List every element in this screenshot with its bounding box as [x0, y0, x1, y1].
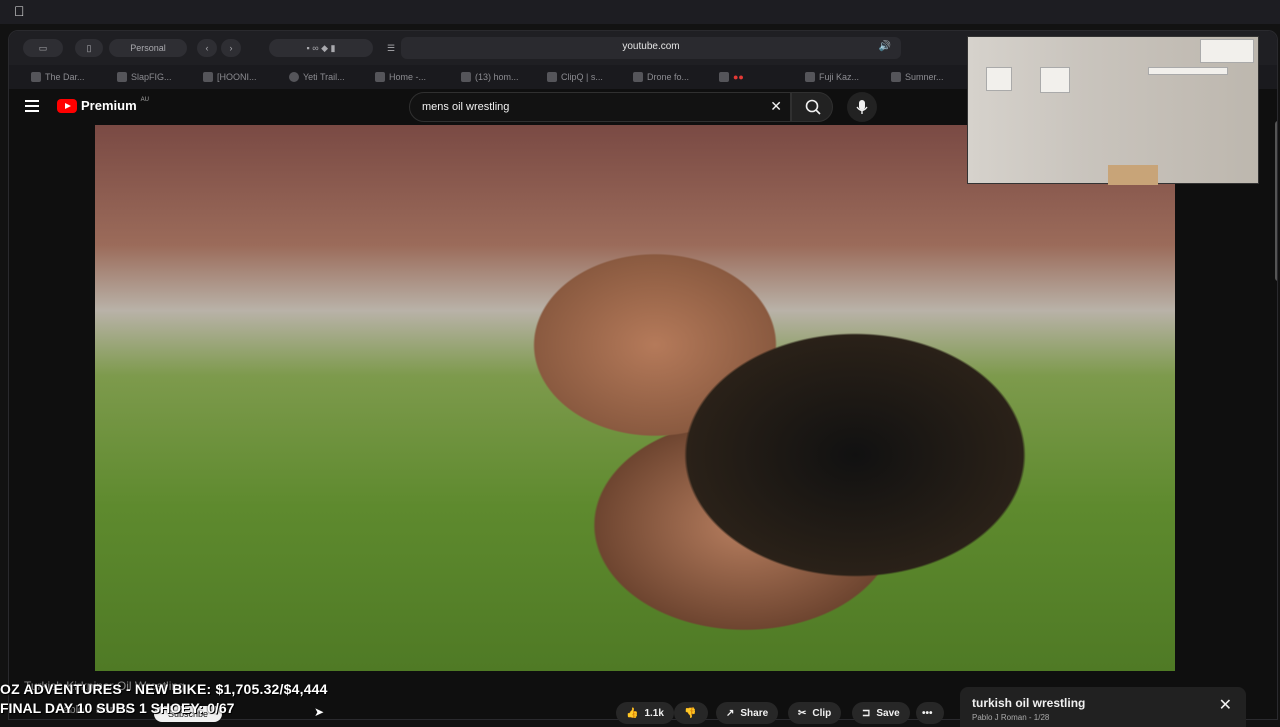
more-icon: •••	[922, 707, 933, 719]
like-button[interactable]: 👍 1.1k	[616, 702, 674, 724]
search-icon	[805, 99, 821, 115]
tab-1[interactable]: The Dar...	[31, 69, 101, 85]
reader-icon[interactable]: ☰	[383, 39, 399, 57]
webcam-overlay	[967, 36, 1259, 185]
recording-dots-icon: ●●	[733, 72, 744, 82]
notion-favicon-icon	[375, 72, 385, 82]
url-text: youtube.com	[622, 41, 680, 52]
profile-button[interactable]: Personal	[109, 39, 187, 57]
voice-search-button[interactable]	[847, 92, 877, 122]
dislike-button[interactable]: 👎	[674, 702, 708, 724]
save-button[interactable]: ⊐ Save	[852, 702, 910, 724]
playlist-panel[interactable]: turkish oil wrestling Pablo J Roman - 1/…	[960, 687, 1246, 727]
tab-10[interactable]: Fuji Kaz...	[805, 69, 875, 85]
stream-subs-overlay: FINAL DAY 10 SUBS 1 SHOEY: 0/67	[0, 700, 235, 716]
close-icon[interactable]: ✕	[1219, 695, 1232, 715]
youtube-favicon-icon	[203, 72, 213, 82]
tab-5[interactable]: Home -...	[375, 69, 445, 85]
favicon-icon	[805, 72, 815, 82]
clipq-favicon-icon	[547, 72, 557, 82]
thumbs-up-icon: 👍	[626, 707, 639, 719]
wall-shelf	[1040, 67, 1070, 93]
youtube-favicon-icon	[461, 72, 471, 82]
tab-6[interactable]: (13) hom...	[461, 69, 531, 85]
youtube-favicon-icon	[117, 72, 127, 82]
forward-icon[interactable]: ›	[221, 39, 241, 57]
tab-4[interactable]: Yeti Trail...	[289, 69, 359, 85]
tab-7[interactable]: ClipQ | s...	[547, 69, 617, 85]
clear-search-icon[interactable]: ✕	[770, 98, 782, 115]
air-conditioner	[1200, 39, 1254, 63]
video-player[interactable]	[95, 125, 1175, 671]
stream-goal-overlay: OZ ADVENTURES - NEW BIKE: $1,705.32/$4,4…	[0, 681, 328, 697]
share-button[interactable]: ↗ Share	[716, 702, 779, 724]
mac-menubar: 	[0, 0, 1280, 24]
mic-icon	[856, 100, 868, 114]
youtube-logo[interactable]: Premium AU	[57, 97, 149, 113]
search-button[interactable]	[791, 92, 833, 122]
youtube-favicon-icon	[31, 72, 41, 82]
bookmark-icon: ⊐	[862, 707, 871, 719]
yeti-favicon-icon	[289, 72, 299, 82]
tab-8[interactable]: Drone fo...	[633, 69, 703, 85]
back-icon[interactable]: ‹	[197, 39, 217, 57]
scissors-icon: ✂	[798, 707, 807, 719]
share-icon: ↗	[726, 707, 735, 719]
youtube-play-icon	[57, 98, 77, 113]
wall-shelf	[986, 67, 1012, 91]
clip-button[interactable]: ✂ Clip	[788, 702, 842, 724]
extensions-group[interactable]: ▪ ∞ ◆ ▮	[269, 39, 373, 57]
mouse-cursor-icon: ➤	[314, 705, 325, 719]
sidebar-toggle-icon[interactable]: ▭	[23, 39, 63, 57]
apple-icon[interactable]: 	[14, 3, 25, 19]
search-input[interactable]: mens oil wrestling ✕	[409, 92, 791, 122]
youtube-favicon-icon	[891, 72, 901, 82]
wall-shelf	[1148, 67, 1228, 75]
audio-icon[interactable]: 🔊	[879, 41, 891, 52]
scrollbar[interactable]	[1275, 121, 1277, 281]
playlist-subtitle: Pablo J Roman - 1/28	[972, 713, 1050, 722]
x-favicon-icon	[719, 72, 729, 82]
x-favicon-icon	[633, 72, 643, 82]
menu-icon[interactable]	[25, 100, 39, 112]
tab-2[interactable]: SlapFIG...	[117, 69, 187, 85]
desk-item	[1108, 165, 1158, 185]
more-actions-button[interactable]: •••	[916, 702, 944, 724]
browser-window: ▭ ▯ Personal ‹ › ▪ ∞ ◆ ▮ ☰ youtube.com 🔊…	[8, 30, 1278, 720]
playlist-title: turkish oil wrestling	[972, 696, 1086, 710]
tab-9[interactable]: ●●	[719, 69, 789, 85]
tab-overview-icon[interactable]: ▯	[75, 39, 103, 57]
tab-3[interactable]: [HOONI...	[203, 69, 273, 85]
thumbs-down-icon: 👎	[684, 707, 697, 719]
address-bar[interactable]: youtube.com 🔊	[401, 37, 901, 59]
tab-11[interactable]: Sumner...	[891, 69, 961, 85]
